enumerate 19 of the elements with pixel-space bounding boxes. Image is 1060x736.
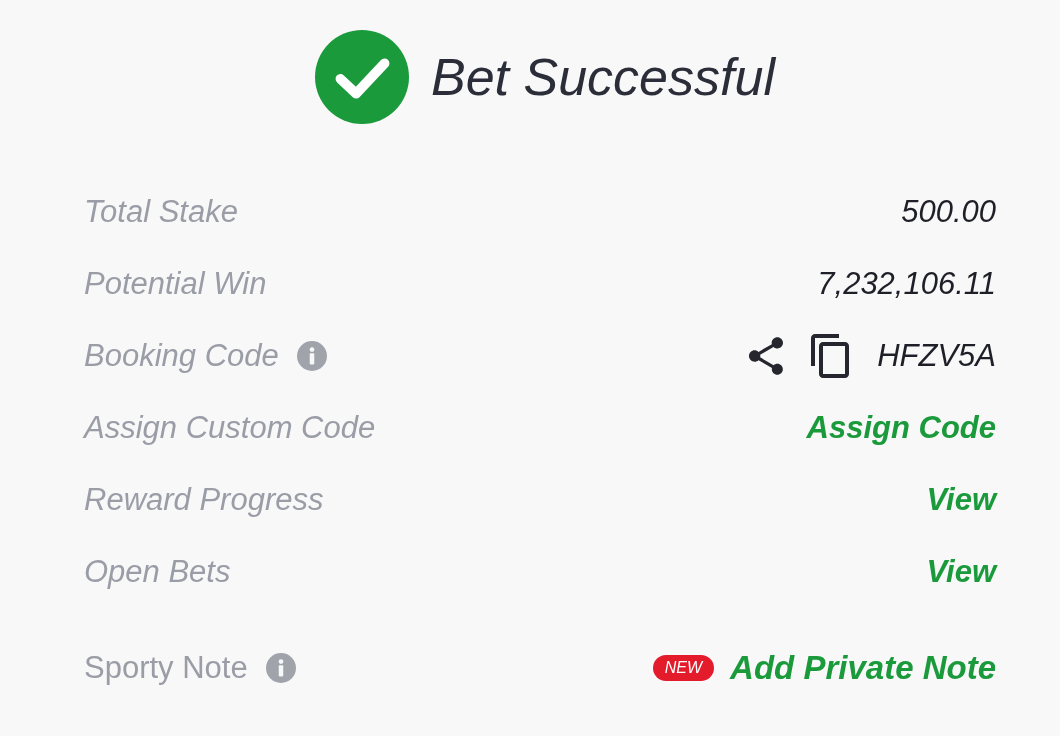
row-link[interactable]: View [926, 476, 996, 524]
share-icon[interactable] [749, 336, 784, 376]
row-label: Potential Win [84, 264, 267, 303]
row-label: Booking Code [84, 336, 279, 375]
row-label: Reward Progress [84, 480, 324, 519]
row-label: Open Bets [84, 552, 231, 591]
new-badge: NEW [652, 655, 715, 681]
add-note-link[interactable]: Add Private Note [730, 643, 996, 693]
row-label: Total Stake [84, 192, 238, 231]
amount-value: 7,232,106.11 [817, 264, 996, 303]
row-link[interactable]: View [926, 548, 996, 596]
success-check-icon [315, 30, 409, 124]
booking-code-value: HFZV5A [877, 336, 996, 375]
row-link[interactable]: Assign Code [806, 404, 996, 452]
amount-value: 500.00 [901, 192, 996, 231]
row-label: Assign Custom Code [84, 408, 376, 447]
success-title: Bet Successful [431, 51, 775, 103]
copy-icon[interactable] [811, 334, 850, 378]
row-label: Sporty Note [84, 648, 248, 687]
